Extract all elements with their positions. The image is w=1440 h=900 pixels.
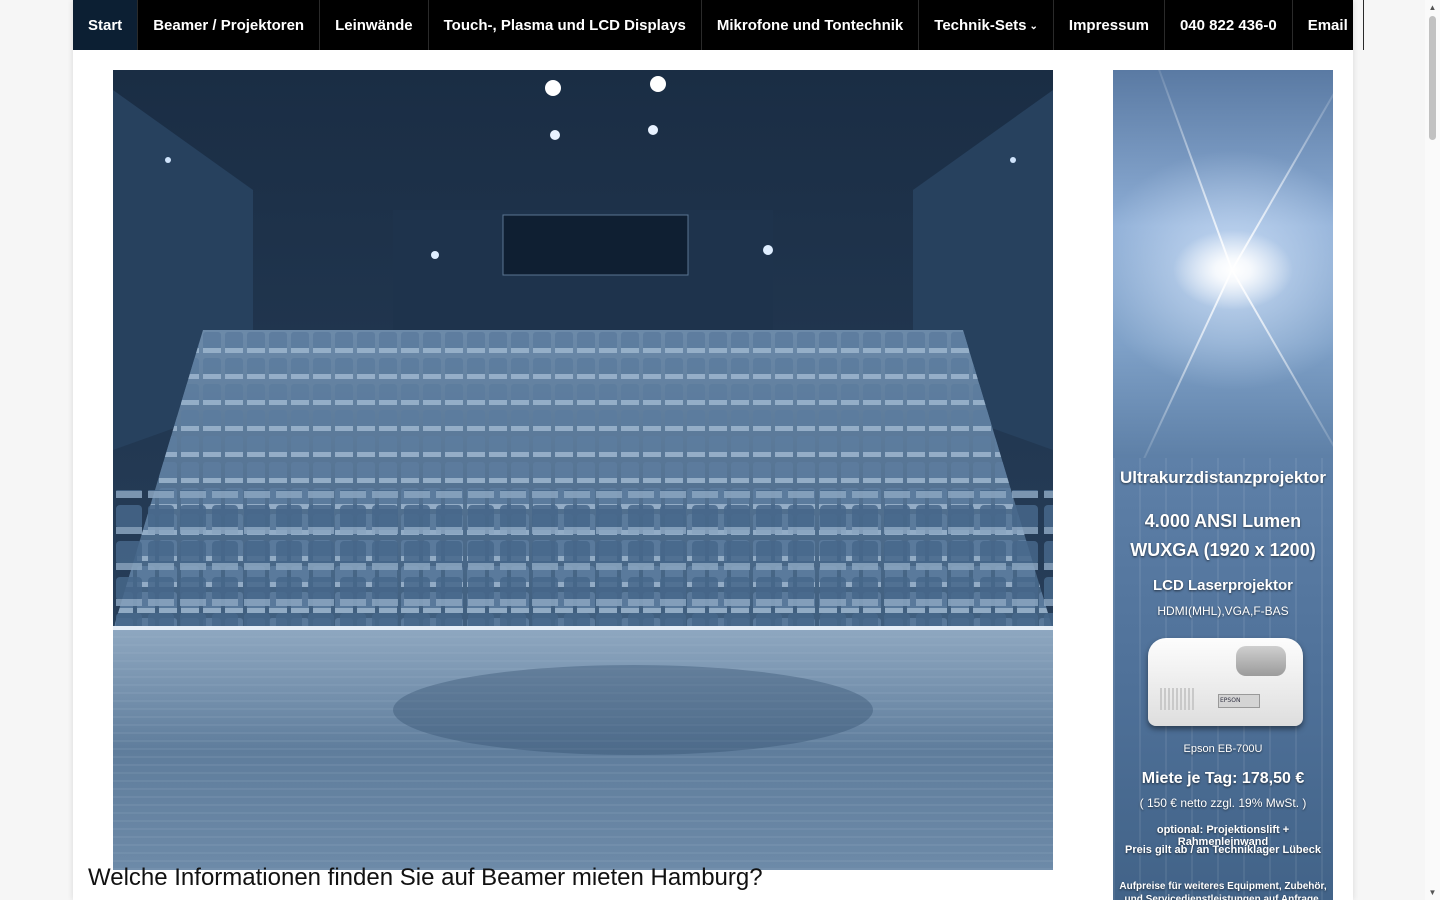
projector-image: EPSON [1148, 638, 1303, 726]
nav-beamer-label: Beamer / Projektoren [153, 16, 305, 34]
nav-start-label: Start [88, 16, 123, 34]
nav-impressum-label: Impressum [1068, 16, 1149, 34]
ad-model: Epson EB-700U [1183, 743, 1263, 755]
projector-lens [1236, 646, 1286, 676]
nav-email-label: Email [1307, 16, 1348, 34]
ad-ports: HDMI(MHL),VGA,F-BAS [1157, 604, 1289, 618]
nav-leinwaende[interactable]: Leinwände [320, 0, 429, 50]
scroll-up-icon[interactable]: ▲ [1425, 0, 1440, 15]
vertical-scrollbar[interactable]: ▲ ▼ [1425, 0, 1440, 900]
scrollbar-thumb[interactable] [1429, 16, 1436, 140]
nav-mikrofone[interactable]: Mikrofone und Tontechnik [702, 0, 920, 50]
ad-location: Preis gilt ab / an Techniklager Lübeck [1124, 844, 1322, 856]
nav-phone[interactable]: 040 822 436-0 [1165, 0, 1293, 50]
main-navigation: Start Beamer / Projektoren Leinwände Tou… [73, 0, 1364, 50]
nav-impressum[interactable]: Impressum [1054, 0, 1165, 50]
nav-email[interactable]: Email [1293, 0, 1364, 50]
ad-resolution: WUXGA (1920 x 1200) [1130, 540, 1316, 560]
nav-beamer-projektoren[interactable]: Beamer / Projektoren [138, 0, 321, 50]
ad-title: Ultrakurzdistanzprojektor [1120, 468, 1326, 487]
nav-technik-sets[interactable]: Technik-Sets ⌄ [919, 0, 1054, 50]
nav-displays[interactable]: Touch-, Plasma und LCD Displays [429, 0, 702, 50]
hero-image [113, 70, 1053, 870]
ad-price: Miete je Tag: 178,50 € [1141, 770, 1305, 787]
light-flare-graphic [1113, 70, 1333, 460]
ad-price-net: ( 150 € netto zzgl. 19% MwSt. ) [1139, 796, 1307, 810]
page-container: Start Beamer / Projektoren Leinwände Tou… [73, 0, 1364, 900]
scroll-down-icon[interactable]: ▼ [1425, 885, 1440, 900]
page-heading: Welche Informationen finden Sie auf Beam… [88, 864, 763, 891]
ad-projector-type: LCD Laserprojektor [1152, 577, 1294, 594]
nav-phone-label: 040 822 436-0 [1179, 16, 1277, 34]
chevron-down-icon: ⌄ [1029, 20, 1038, 32]
ad-lumen: 4.000 ANSI Lumen [1144, 511, 1302, 531]
sidebar-ad-projector[interactable]: Ultrakurzdistanzprojektor 4.000 ANSI Lum… [1113, 70, 1333, 900]
nav-start[interactable]: Start [73, 0, 139, 50]
nav-displays-label: Touch-, Plasma und LCD Displays [443, 16, 686, 34]
ad-footnote: Aufpreise für weiteres Equipment, Zubehö… [1119, 881, 1327, 900]
nav-mikrofone-label: Mikrofone und Tontechnik [716, 16, 904, 34]
nav-leinwaende-label: Leinwände [335, 16, 413, 34]
nav-technik-sets-label: Technik-Sets [934, 16, 1027, 34]
auditorium-illustration [113, 70, 1053, 870]
projector-grille [1160, 688, 1196, 710]
projector-brand: EPSON [1220, 697, 1241, 704]
